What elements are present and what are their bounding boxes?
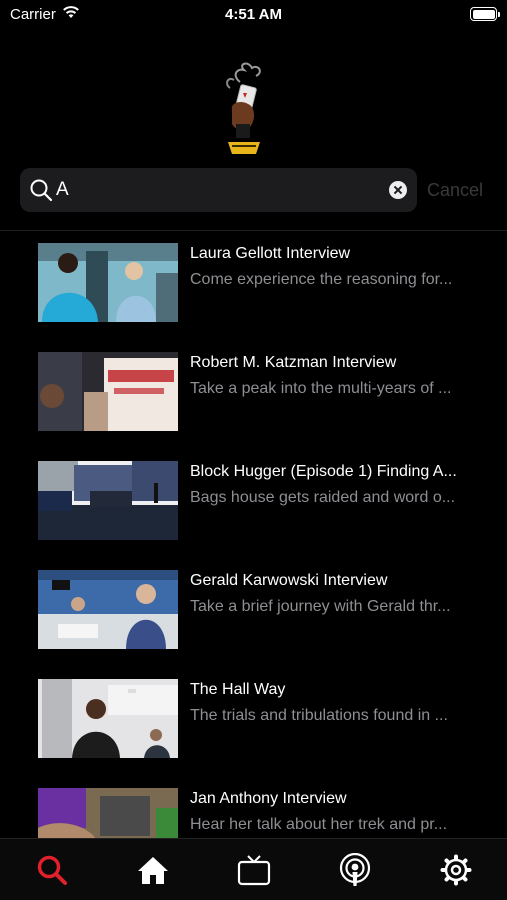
item-title: Robert M. Katzman Interview: [190, 354, 397, 371]
list-item[interactable]: Gerald Karwowski Interview Take a brief …: [0, 558, 507, 667]
list-item[interactable]: The Hall Way The trials and tribulations…: [0, 667, 507, 776]
item-title: Block Hugger (Episode 1) Finding A...: [190, 463, 457, 480]
list-item[interactable]: Jan Anthony Interview Hear her talk abou…: [0, 776, 507, 838]
item-description: Bags house gets raided and word o...: [190, 489, 456, 506]
gear-icon: [440, 854, 472, 886]
clear-search-button[interactable]: [389, 181, 407, 199]
search-icon: [37, 855, 67, 885]
video-thumbnail: [38, 243, 178, 322]
tv-icon: [237, 855, 271, 886]
tab-podcast[interactable]: [337, 853, 373, 887]
tab-home[interactable]: [135, 853, 171, 887]
search-bar: [20, 168, 417, 212]
item-description: Take a peak into the multi-years of ...: [190, 380, 452, 397]
search-icon: [30, 179, 53, 202]
item-description: Come experience the reasoning for...: [190, 271, 453, 288]
video-thumbnail: [38, 679, 178, 758]
item-description: Take a brief journey with Gerald thr...: [190, 598, 451, 615]
battery-icon: [470, 7, 500, 21]
video-thumbnail: [38, 352, 178, 431]
list-item[interactable]: Block Hugger (Episode 1) Finding A... Ba…: [0, 449, 507, 558]
item-description: Hear her talk about her trek and pr...: [190, 816, 448, 833]
video-thumbnail: [38, 570, 178, 649]
item-title: Laura Gellott Interview: [190, 245, 351, 262]
podcast-icon: [339, 853, 371, 886]
video-thumbnail: [38, 461, 178, 540]
list-item[interactable]: Laura Gellott Interview Come experience …: [0, 231, 507, 340]
item-title: Jan Anthony Interview: [190, 790, 347, 807]
status-time: 4:51 AM: [225, 6, 282, 23]
tab-search[interactable]: [34, 853, 70, 887]
cancel-button[interactable]: Cancel: [427, 180, 483, 201]
tab-bar: [0, 838, 507, 900]
list-item[interactable]: Robert M. Katzman Interview Take a peak …: [0, 340, 507, 449]
item-title: The Hall Way: [190, 681, 286, 698]
video-thumbnail: [38, 788, 178, 838]
search-input[interactable]: [56, 168, 376, 212]
home-icon: [138, 857, 168, 884]
item-title: Gerald Karwowski Interview: [190, 572, 388, 589]
results-list[interactable]: Laura Gellott Interview Come experience …: [0, 231, 507, 838]
status-bar: Carrier 4:51 AM: [0, 0, 507, 30]
app-logo: [226, 62, 261, 154]
item-description: The trials and tribulations found in ...: [190, 707, 448, 724]
tab-tv[interactable]: [236, 853, 272, 887]
tab-settings[interactable]: [438, 853, 474, 887]
